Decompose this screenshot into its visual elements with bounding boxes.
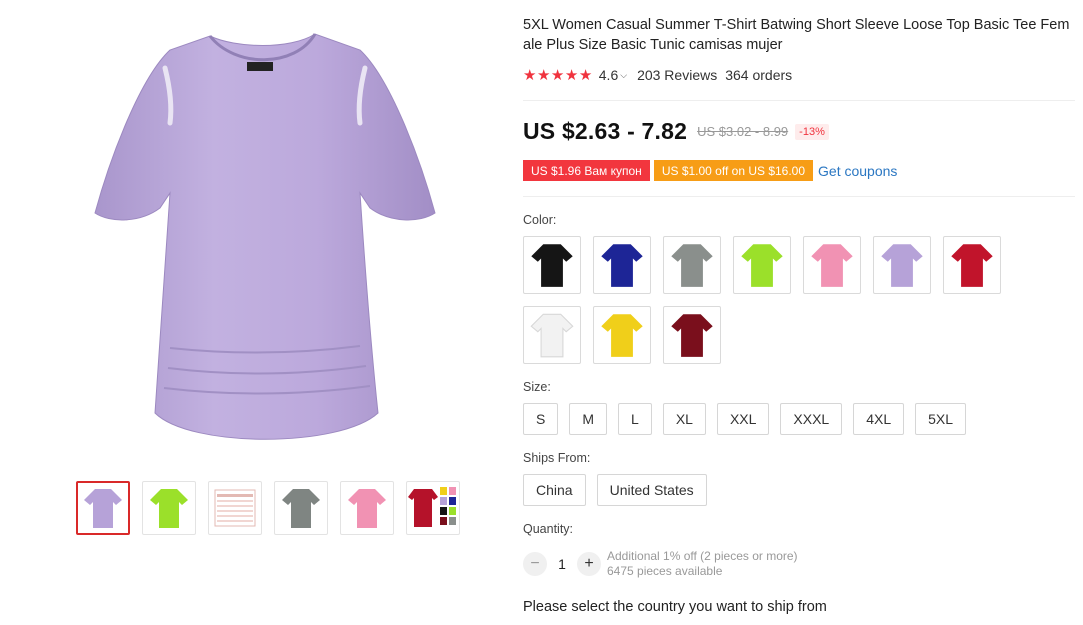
thumbnail[interactable] [406, 481, 460, 535]
swatch-red[interactable] [943, 236, 1001, 294]
original-price: US $3.02 - 8.99 [697, 124, 789, 139]
size-option-5xl[interactable]: 5XL [915, 403, 967, 435]
ships-from-label: Ships From: [523, 451, 591, 465]
size-option-xl[interactable]: XL [662, 403, 706, 435]
store-coupon-badge[interactable]: US $1.00 off on US $16.00 [653, 160, 814, 181]
bulk-discount-note: Additional 1% off (2 pieces or more) [607, 549, 798, 563]
swatch-black[interactable] [523, 236, 581, 294]
swatch-white[interactable] [523, 306, 581, 364]
price-row: US $2.63 - 7.82 US $3.02 - 8.99 -13% [523, 118, 829, 145]
shirt-icon [282, 489, 320, 528]
swatch-yellow[interactable] [593, 306, 651, 364]
star-icon: ★ [564, 66, 579, 84]
discount-badge: -13% [795, 123, 829, 140]
size-option-xxl[interactable]: XXL [716, 403, 770, 435]
increase-quantity-button[interactable]: + [577, 552, 601, 576]
chevron-down-icon[interactable]: ⌵ [620, 70, 627, 81]
shirt-icon [530, 313, 574, 358]
swatch-gray[interactable] [663, 236, 721, 294]
ship-country-note: Please select the country you want to sh… [523, 599, 827, 615]
color-label: Color: [523, 213, 557, 227]
swatch-navy[interactable] [593, 236, 651, 294]
shirt-icon [811, 244, 853, 287]
size-label: Size: [523, 380, 551, 394]
reviews-link[interactable]: 203 Reviews [637, 67, 717, 83]
orders-count: 364 orders [725, 67, 793, 83]
product-title: 5XL Women Casual Summer T-Shirt Batwing … [523, 17, 1070, 53]
main-product-image[interactable] [60, 8, 470, 458]
swatch-lime[interactable] [733, 236, 791, 294]
thumbnail[interactable] [76, 481, 130, 535]
shirt-icon [601, 314, 643, 357]
quantity-label: Quantity: [523, 522, 574, 536]
shirt-icon [601, 244, 643, 287]
size-option-4xl[interactable]: 4XL [853, 403, 905, 435]
shirt-icon [671, 244, 713, 287]
swatch-lavender[interactable] [873, 236, 931, 294]
thumbnail[interactable] [274, 481, 328, 535]
shirt-icon [741, 244, 783, 287]
multicolor-shirts-icon [408, 487, 456, 527]
thumbnail[interactable] [142, 481, 196, 535]
size-option-xxxl[interactable]: XXXL [780, 403, 843, 435]
get-coupons-link[interactable]: Get coupons [818, 163, 897, 179]
quantity-info: Additional 1% off (2 pieces or more) 647… [607, 549, 798, 579]
ship-option-china[interactable]: China [523, 474, 586, 506]
size-options: S M L XL XXL XXXL 4XL 5XL [523, 403, 977, 435]
rating-stars[interactable]: ★ ★ ★ ★ ★ [523, 68, 593, 83]
thumbnail[interactable] [340, 481, 394, 535]
thumbnail-strip [76, 481, 472, 535]
shirt-icon [348, 489, 386, 528]
ship-option-united-states[interactable]: United States [596, 474, 707, 506]
shirt-icon [881, 244, 923, 287]
star-icon: ★ [536, 66, 551, 84]
shirt-icon [531, 244, 573, 287]
swatch-pink[interactable] [803, 236, 861, 294]
divider [523, 100, 1075, 101]
size-option-l[interactable]: L [618, 403, 652, 435]
rating-value[interactable]: 4.6 [599, 67, 618, 83]
quantity-stepper: − 1 + Additional 1% off (2 pieces or mor… [523, 549, 798, 579]
star-icon: ★ [523, 66, 537, 84]
current-price: US $2.63 - 7.82 [523, 118, 688, 144]
star-icon: ★ [578, 66, 593, 84]
shirt-icon [150, 489, 188, 528]
size-chart-icon [214, 489, 256, 527]
divider [523, 196, 1075, 197]
quantity-input[interactable]: 1 [547, 556, 577, 572]
size-option-s[interactable]: S [523, 403, 559, 435]
size-option-m[interactable]: M [569, 403, 608, 435]
shirt-icon [671, 314, 713, 357]
coupon-row: US $1.96 Вам купон US $1.00 off on US $1… [523, 160, 897, 181]
star-icon: ★ [550, 66, 565, 84]
shirt-icon [951, 244, 993, 287]
ships-from-options: China United States [523, 474, 718, 506]
rating-row: ★ ★ ★ ★ ★ 4.6 ⌵ 203 Reviews 364 orders [523, 65, 792, 85]
thumbnail[interactable] [208, 481, 262, 535]
coupon-badge[interactable]: US $1.96 Вам купон [523, 160, 650, 181]
decrease-quantity-button[interactable]: − [523, 552, 547, 576]
lavender-tshirt-image [94, 33, 436, 440]
stock-available: 6475 pieces available [607, 564, 723, 578]
shirt-icon [84, 489, 122, 528]
swatch-burgundy[interactable] [663, 306, 721, 364]
